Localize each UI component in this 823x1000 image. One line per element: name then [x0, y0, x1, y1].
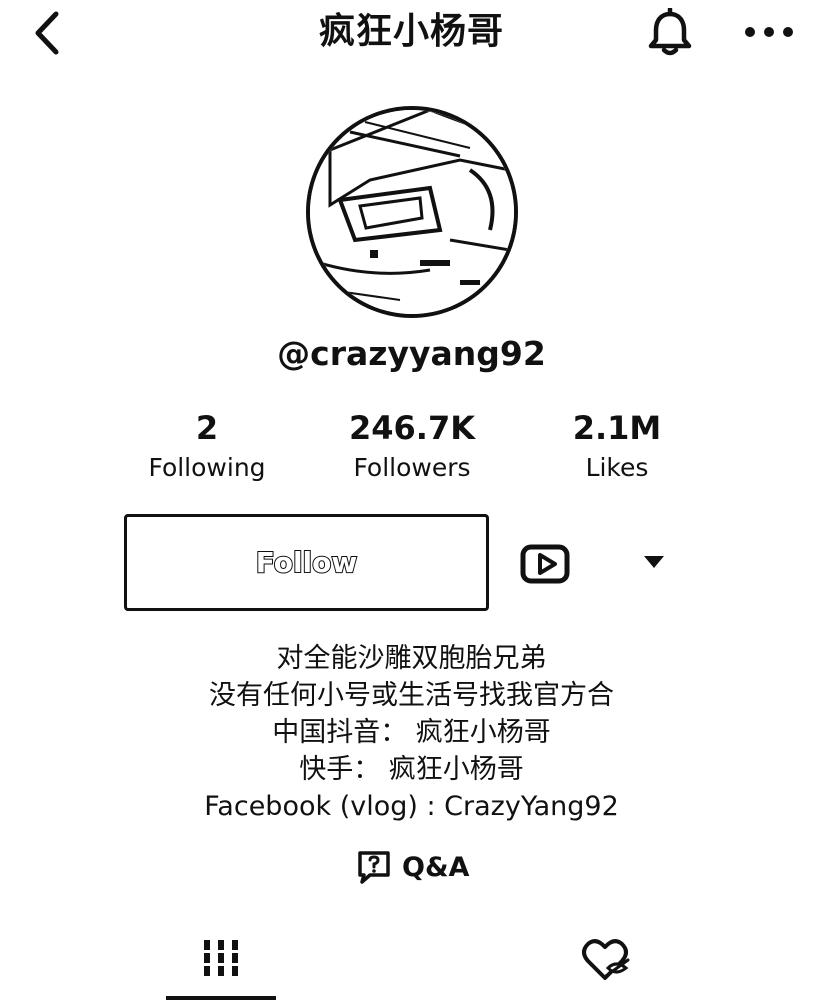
- followers-count: 246.7K: [348, 409, 475, 447]
- bell-icon: [648, 6, 692, 56]
- following-label: Following: [148, 453, 266, 482]
- following-stat[interactable]: 2 Following: [107, 408, 307, 488]
- top-bar: 疯狂小杨哥: [0, 0, 823, 70]
- qa-label: Q&A: [402, 851, 470, 883]
- tab-videos[interactable]: [166, 930, 276, 1000]
- page-title: 疯狂小杨哥: [318, 11, 504, 52]
- more-horizontal-icon: [745, 27, 793, 37]
- bio-line: 中国抖音： 疯狂小杨哥: [272, 717, 551, 748]
- youtube-play-icon: [520, 544, 570, 584]
- caret-down-icon: [644, 556, 664, 568]
- qa-link[interactable]: Q&A: [356, 846, 469, 888]
- avatar-image: [310, 110, 514, 314]
- following-count: 2: [195, 409, 219, 447]
- suggested-accounts-dropdown[interactable]: [634, 544, 674, 580]
- bio-line: 快手： 疯狂小杨哥: [299, 754, 524, 785]
- active-tab-indicator: [166, 996, 276, 1000]
- youtube-link-button[interactable]: [518, 540, 574, 590]
- likes-stat: 2.1M Likes: [517, 408, 717, 488]
- more-options-button[interactable]: [742, 14, 796, 50]
- follow-button[interactable]: Follow: [124, 514, 489, 611]
- bio-line: Facebook (vlog) : CrazyYang92: [204, 791, 619, 822]
- follow-button-label: Follow: [255, 545, 359, 580]
- followers-stat[interactable]: 246.7K Followers: [312, 408, 512, 488]
- likes-label: Likes: [585, 453, 649, 482]
- likes-count: 2.1M: [572, 409, 662, 447]
- username: @crazyyang92: [277, 334, 546, 373]
- notification-bell-button[interactable]: [644, 6, 696, 58]
- avatar[interactable]: [306, 106, 518, 318]
- tab-liked[interactable]: [550, 930, 660, 1000]
- hidden-heart-icon: [582, 939, 630, 980]
- bio-line: 没有任何小号或生活号找我官方合: [209, 680, 614, 711]
- followers-label: Followers: [353, 453, 471, 482]
- bio-line: 对全能沙雕双胞胎兄弟: [276, 643, 547, 674]
- bio: 对全能沙雕双胞胎兄弟 没有任何小号或生活号找我官方合 中国抖音： 疯狂小杨哥 快…: [0, 640, 823, 825]
- grid-icon: [204, 940, 238, 976]
- question-bubble-icon: [358, 851, 390, 884]
